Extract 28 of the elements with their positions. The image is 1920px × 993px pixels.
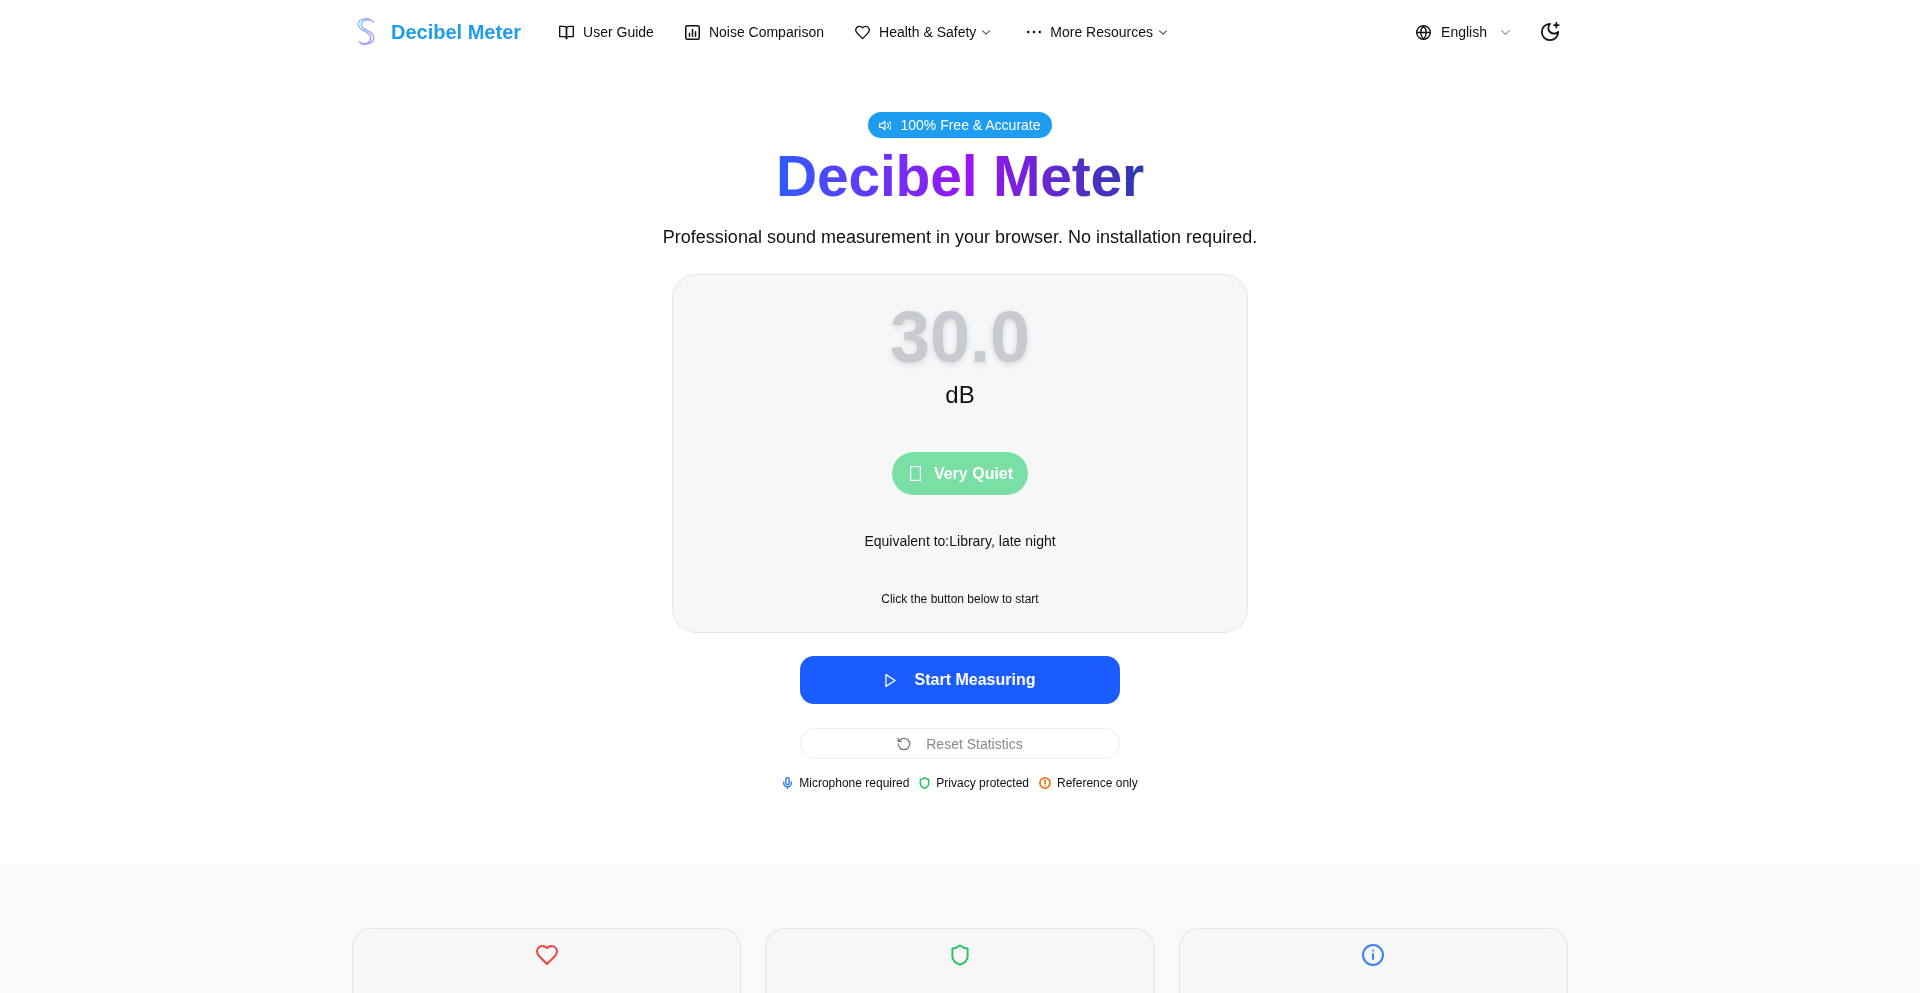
nav-link[interactable]: Health & Safety	[855, 22, 991, 42]
level-label: Very Quiet	[933, 464, 1014, 483]
start-button[interactable]: Start Measuring	[800, 656, 1120, 704]
nav-link[interactable]: User Guide	[559, 22, 654, 42]
refresh-icon	[897, 736, 912, 751]
bar-chart-icon	[684, 24, 700, 40]
page-subtitle: Professional sound measurement in your browser. No installation required.	[662, 226, 1258, 249]
chevron-down-icon	[1501, 29, 1510, 35]
badge-label: 100% Free & Accurate	[900, 116, 1041, 134]
dots-icon	[1027, 30, 1042, 34]
play-icon	[884, 673, 896, 687]
box-glyph-icon	[909, 466, 921, 481]
book-icon	[559, 24, 575, 40]
unit-label: dB	[945, 380, 975, 410]
speaker-icon	[879, 119, 892, 131]
note-text: Microphone required	[799, 775, 910, 791]
note-text: Reference only	[1057, 775, 1138, 791]
equivalent-text: Equivalent to:Library, late night	[864, 532, 1056, 551]
chevron-down-icon	[982, 29, 991, 35]
moon-icon	[1540, 22, 1560, 42]
nav-link[interactable]: More Resources	[1027, 22, 1168, 42]
heart-icon	[855, 24, 871, 40]
nav-link[interactable]: Noise Comparison	[684, 22, 825, 42]
chevron-down-icon	[1159, 29, 1168, 35]
note-text: Privacy protected	[936, 775, 1030, 791]
hint-text: Click the button below to start	[881, 591, 1039, 607]
globe-icon	[1416, 24, 1432, 40]
language-selector[interactable]: English	[1416, 22, 1510, 42]
